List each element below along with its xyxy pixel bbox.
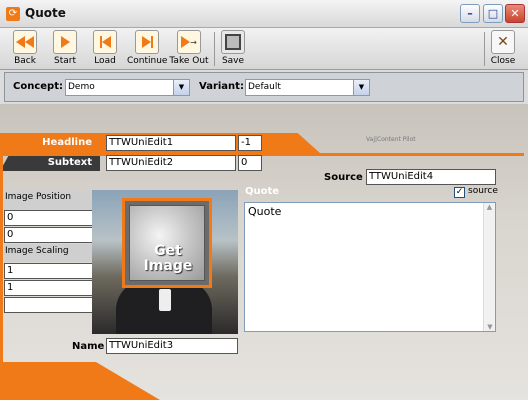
chevron-down-icon: ▼ bbox=[353, 80, 369, 95]
back-icon bbox=[13, 30, 37, 54]
get-image-button[interactable]: Get Image bbox=[122, 198, 212, 288]
takeout-label: Take Out bbox=[169, 56, 209, 66]
quote-text: Quote bbox=[248, 205, 282, 218]
source-checkbox-label: source bbox=[468, 186, 498, 196]
toolbar-separator bbox=[484, 32, 485, 66]
load-button[interactable]: Load bbox=[90, 29, 120, 69]
close-window-button[interactable]: ✕ bbox=[505, 4, 525, 23]
headline-label: Headline bbox=[42, 137, 92, 148]
video-preview: Get Image bbox=[92, 190, 238, 334]
image-scaling-y-input[interactable]: 1 bbox=[4, 280, 100, 296]
minimize-button[interactable]: – bbox=[460, 4, 480, 23]
window-title: Quote bbox=[25, 6, 66, 20]
concept-value: Demo bbox=[68, 82, 95, 92]
play-icon bbox=[53, 30, 77, 54]
close-icon: ✕ bbox=[491, 30, 515, 54]
concept-bar: Concept: Demo ▼ Variant: Default ▼ bbox=[4, 72, 524, 102]
toolbar: Back Start Load Continue → Take Out Save… bbox=[0, 28, 528, 70]
close-label: Close bbox=[490, 56, 516, 66]
image-scaling-x-input[interactable]: 1 bbox=[4, 263, 100, 279]
back-button[interactable]: Back bbox=[10, 29, 40, 69]
source-input[interactable]: TTWUniEdit4 bbox=[366, 169, 496, 185]
variant-value: Default bbox=[248, 82, 281, 92]
image-settings-column: Image Position 0 0 Image Scaling 1 1 bbox=[4, 190, 100, 330]
continue-icon bbox=[135, 30, 159, 54]
chevron-down-icon: ▼ bbox=[173, 80, 189, 95]
variant-label: Variant: bbox=[199, 81, 244, 92]
concept-label: Concept: bbox=[13, 81, 63, 92]
maximize-button[interactable]: □ bbox=[483, 4, 503, 23]
subtext-label: Subtext bbox=[47, 157, 92, 168]
takeout-button[interactable]: → Take Out bbox=[168, 29, 210, 69]
quote-label: Quote bbox=[245, 186, 280, 197]
image-scaling-extra-input[interactable] bbox=[4, 297, 100, 313]
start-label: Start bbox=[54, 56, 76, 66]
takeout-icon: → bbox=[177, 30, 201, 54]
source-label: Source bbox=[324, 172, 363, 183]
app-icon: ⟳ bbox=[6, 7, 20, 21]
quote-scrollbar[interactable]: ▲ ▼ bbox=[483, 203, 495, 331]
start-button[interactable]: Start bbox=[50, 29, 80, 69]
toolbar-separator bbox=[214, 32, 215, 66]
name-input[interactable]: TTWUniEdit3 bbox=[106, 338, 238, 354]
load-label: Load bbox=[94, 56, 116, 66]
load-icon bbox=[93, 30, 117, 54]
save-label: Save bbox=[221, 56, 245, 66]
subtext-number-input[interactable]: 0 bbox=[238, 155, 262, 171]
name-label: Name bbox=[72, 341, 105, 352]
back-label: Back bbox=[14, 56, 36, 66]
title-bar: ⟳ Quote – □ ✕ bbox=[0, 0, 528, 28]
image-scaling-label: Image Scaling bbox=[4, 244, 100, 262]
headline-number-input[interactable]: -1 bbox=[238, 135, 262, 151]
quote-textarea[interactable]: Quote ▲ ▼ bbox=[244, 202, 496, 332]
save-button[interactable]: Save bbox=[218, 29, 248, 69]
image-position-x-input[interactable]: 0 bbox=[4, 210, 100, 226]
get-image-label: Get Image bbox=[143, 243, 193, 274]
microphone-icon bbox=[158, 288, 172, 312]
save-icon bbox=[221, 30, 245, 54]
continue-button[interactable]: Continue bbox=[127, 29, 167, 69]
cloud-icon: Get Image bbox=[129, 205, 205, 281]
source-checkbox[interactable]: ✓ bbox=[454, 187, 465, 198]
image-position-label: Image Position bbox=[4, 190, 100, 210]
continue-label: Continue bbox=[127, 56, 168, 66]
pilot-watermark: Vaj|Content Pilot bbox=[366, 136, 416, 143]
image-position-y-input[interactable]: 0 bbox=[4, 227, 100, 243]
concept-select[interactable]: Demo ▼ bbox=[65, 79, 190, 96]
variant-select[interactable]: Default ▼ bbox=[245, 79, 370, 96]
headline-input[interactable]: TTWUniEdit1 bbox=[106, 135, 236, 151]
close-button[interactable]: ✕ Close bbox=[488, 29, 518, 69]
subtext-input[interactable]: TTWUniEdit2 bbox=[106, 155, 236, 171]
